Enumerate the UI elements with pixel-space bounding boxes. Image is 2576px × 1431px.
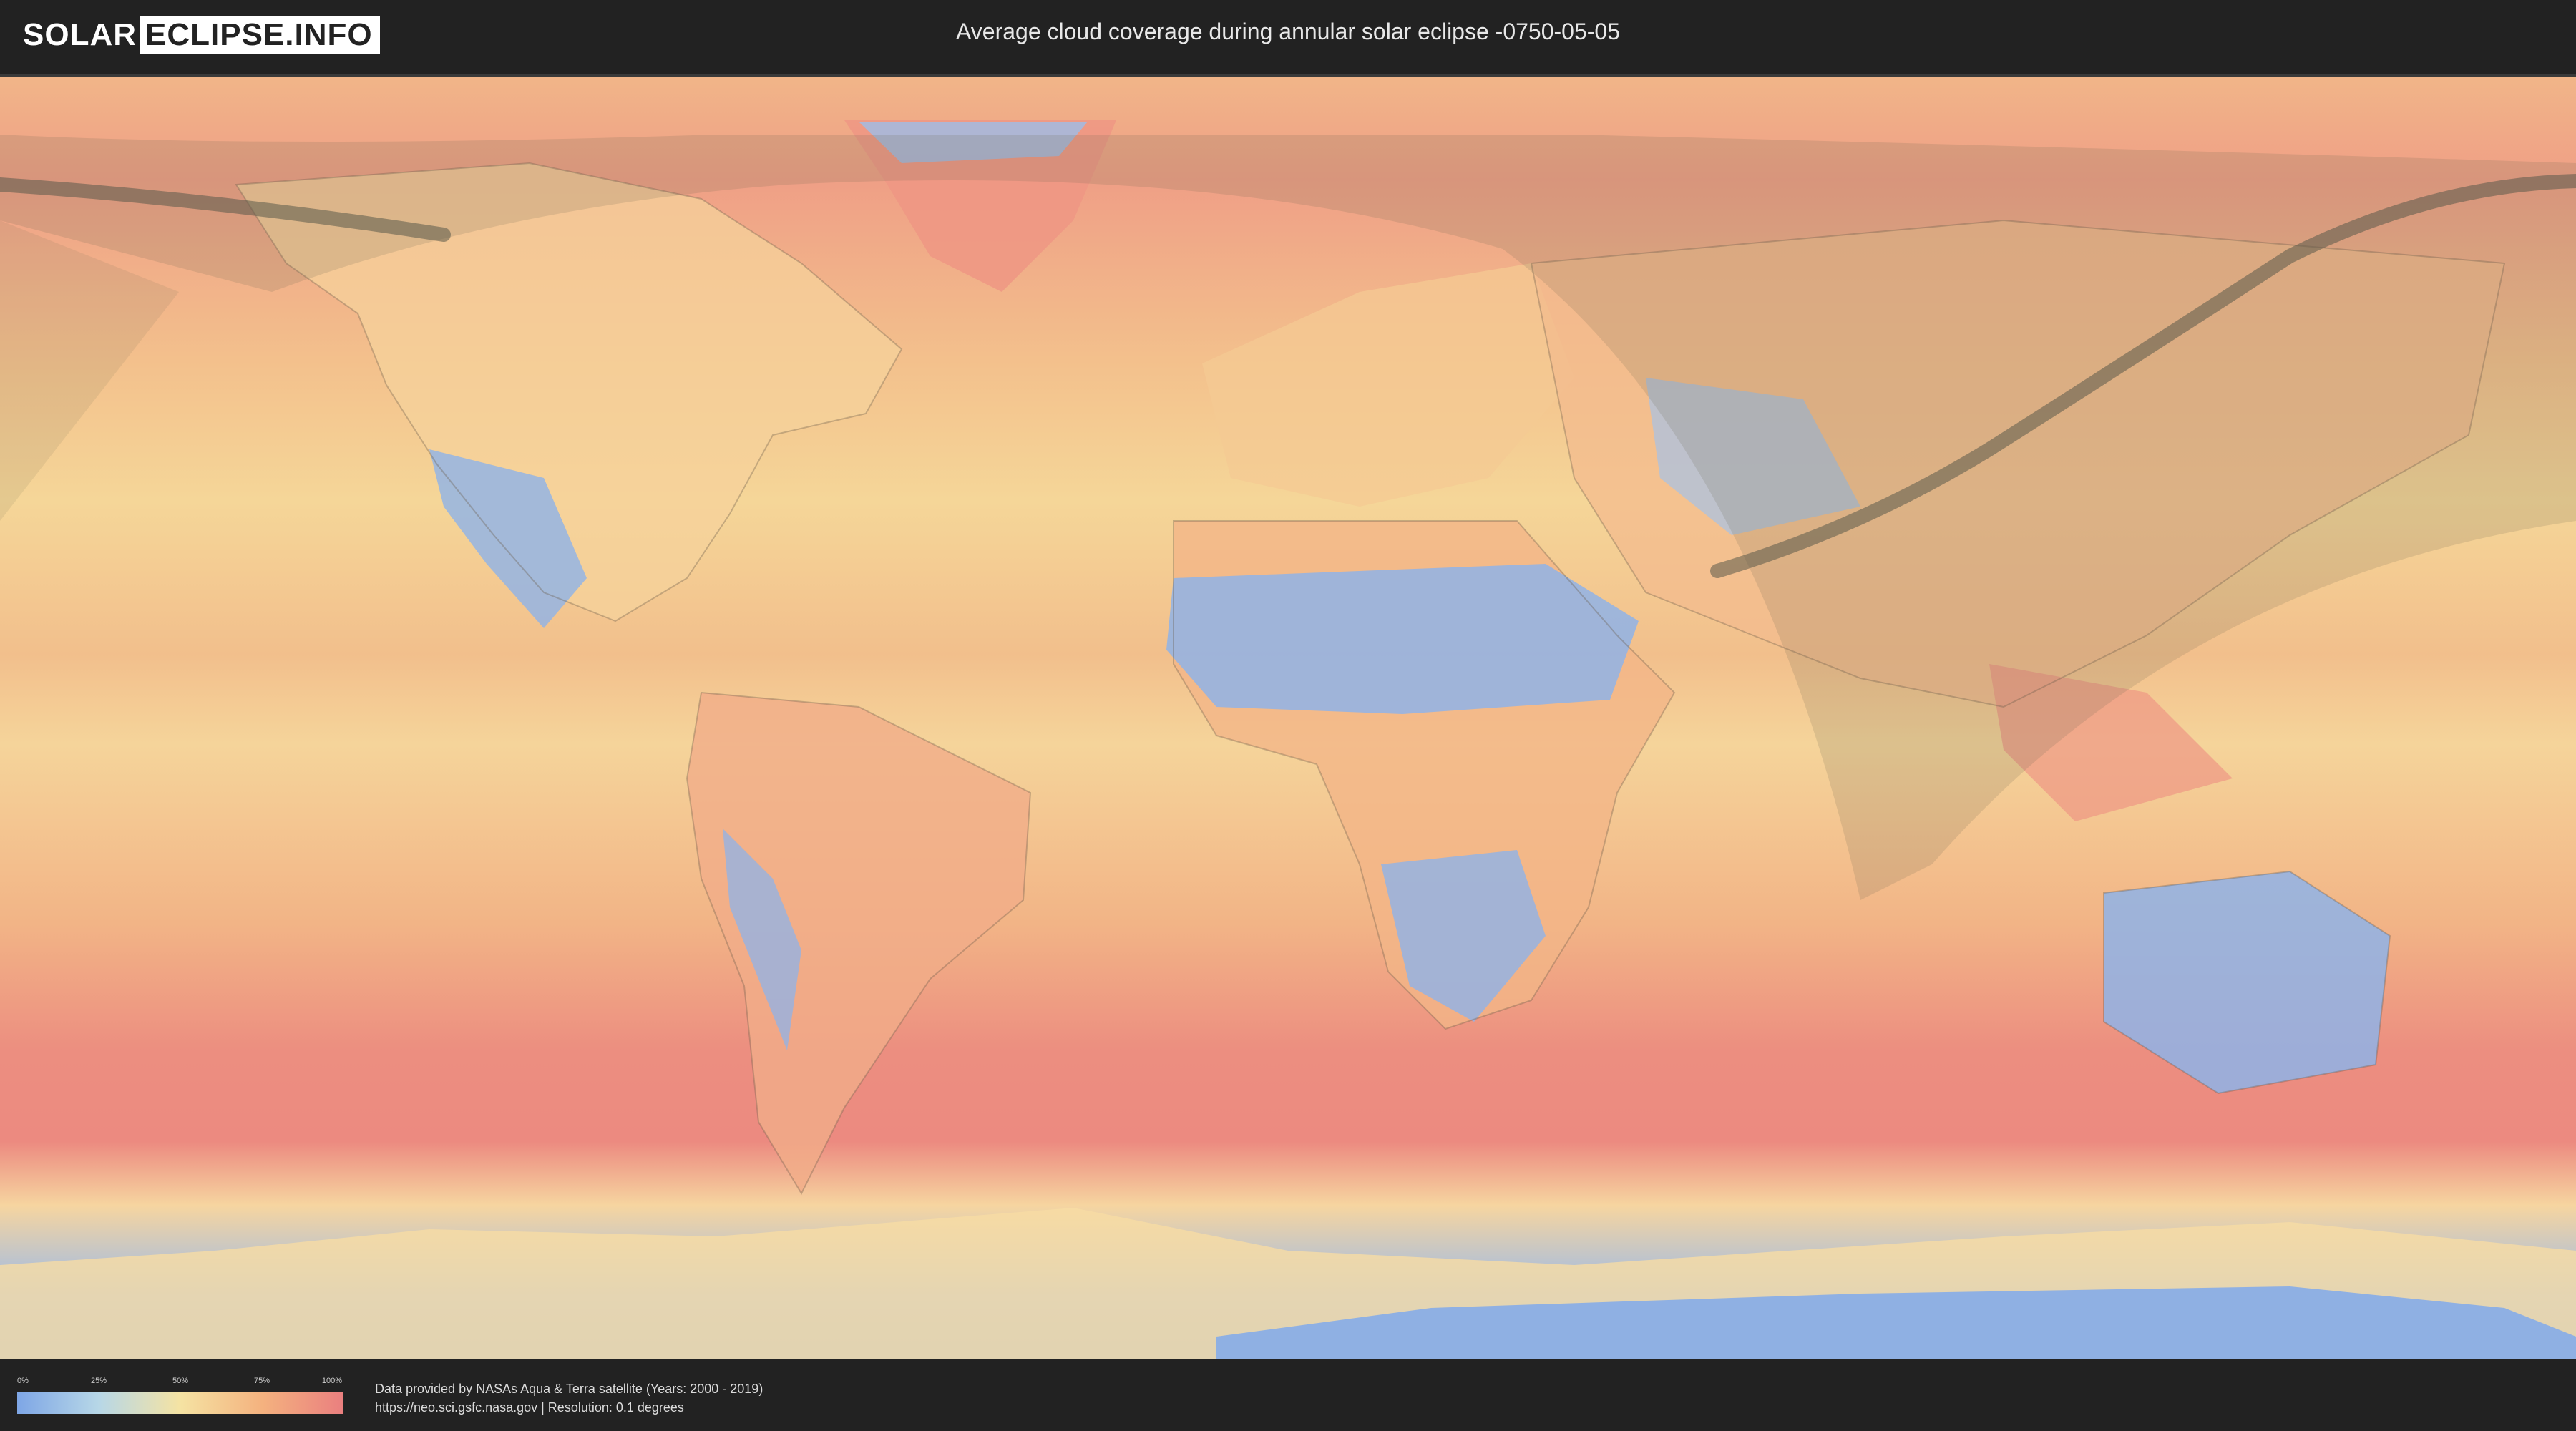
legend-tick-25: 25% xyxy=(90,1377,107,1385)
header-bar: SOLAR ECLIPSE.INFO Average cloud coverag… xyxy=(0,0,2576,70)
credit-line-url[interactable]: https://neo.sci.gsfc.nasa.gov | Resoluti… xyxy=(375,1398,763,1417)
credit-line-source: Data provided by NASAs Aqua & Terra sate… xyxy=(375,1382,763,1396)
legend-tick-0: 0% xyxy=(17,1377,29,1385)
world-map-svg xyxy=(0,77,2576,1359)
legend-tick-75: 75% xyxy=(253,1377,270,1385)
data-credits: Data provided by NASAs Aqua & Terra sate… xyxy=(375,1379,763,1417)
legend-tick-100: 100% xyxy=(321,1377,343,1385)
legend-tick-labels: 0% 25% 50% 75% 100% xyxy=(17,1377,343,1390)
cloud-coverage-legend: 0% 25% 50% 75% 100% xyxy=(17,1377,343,1414)
legend-color-bar xyxy=(17,1392,343,1414)
sahara-dry xyxy=(1166,564,1639,714)
footer-bar: 0% 25% 50% 75% 100% Data provided by NAS… xyxy=(0,1359,2576,1431)
cloud-coverage-map xyxy=(0,74,2576,1362)
legend-tick-50: 50% xyxy=(172,1377,189,1385)
page-title: Average cloud coverage during annular so… xyxy=(956,19,1620,44)
